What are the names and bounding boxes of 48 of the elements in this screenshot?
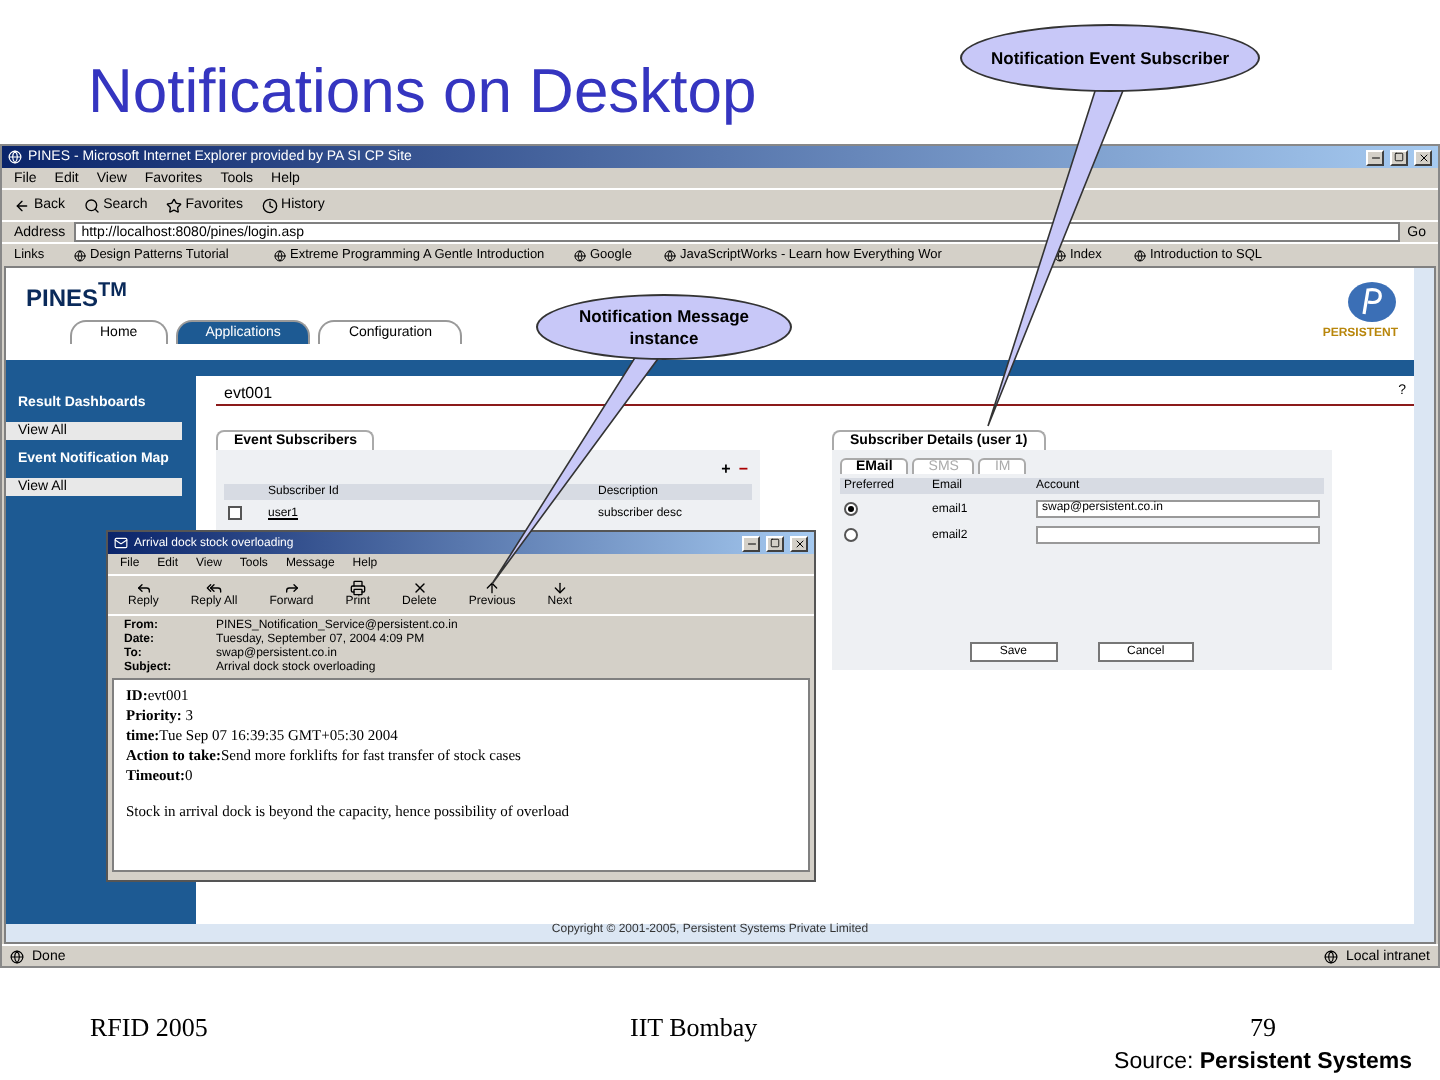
page-number: 79 (1250, 1012, 1278, 1044)
globe-icon (74, 249, 86, 261)
globe-icon (8, 150, 22, 164)
globe-icon (1134, 249, 1146, 261)
minimize-icon (745, 537, 757, 549)
maximize-button[interactable] (766, 535, 784, 551)
source-credit: Source: Persistent Systems (1114, 1050, 1412, 1074)
globe-icon (274, 249, 286, 261)
forward-icon (283, 580, 300, 596)
minimize-button[interactable] (742, 535, 760, 551)
close-button[interactable] (790, 535, 808, 551)
reply-icon (135, 580, 152, 596)
reply-all-icon (206, 580, 223, 596)
preferred-radio[interactable] (844, 528, 858, 542)
maximize-icon (770, 538, 780, 548)
content-title: evt001 (224, 384, 273, 402)
globe-icon (10, 949, 24, 963)
close-button[interactable] (1414, 149, 1432, 165)
row-checkbox[interactable] (228, 506, 242, 520)
globe-icon (1323, 949, 1338, 963)
close-icon (1417, 151, 1429, 163)
close-icon (793, 537, 805, 549)
remove-button[interactable]: − (738, 460, 748, 478)
minimize-icon (1369, 151, 1381, 163)
delete-icon (411, 580, 428, 596)
account-field[interactable] (1036, 526, 1320, 544)
company-logo-icon (1346, 280, 1398, 324)
down-arrow-icon (551, 580, 568, 596)
globe-icon (574, 249, 586, 261)
slide-title: Notifications on Desktop (88, 56, 757, 128)
star-icon (165, 197, 182, 213)
maximize-icon (1394, 152, 1404, 162)
up-arrow-icon (484, 580, 501, 596)
footer-text: IIT Bombay (630, 1012, 760, 1044)
globe-icon (664, 249, 676, 261)
footer-text: RFID 2005 (90, 1012, 210, 1044)
globe-icon (1054, 249, 1066, 261)
minimize-button[interactable] (1366, 149, 1384, 165)
back-arrow-icon (14, 197, 30, 213)
app-logo: PINES$^{TM}$ (26, 280, 129, 312)
add-button[interactable]: + (721, 460, 731, 478)
printer-icon (349, 580, 366, 596)
preferred-radio[interactable] (844, 502, 858, 516)
callout-bubble: Notification Event Subscriber (960, 24, 1260, 92)
envelope-icon (114, 536, 128, 550)
clock-icon (261, 197, 278, 213)
search-icon (83, 197, 100, 213)
maximize-button[interactable] (1390, 149, 1408, 165)
